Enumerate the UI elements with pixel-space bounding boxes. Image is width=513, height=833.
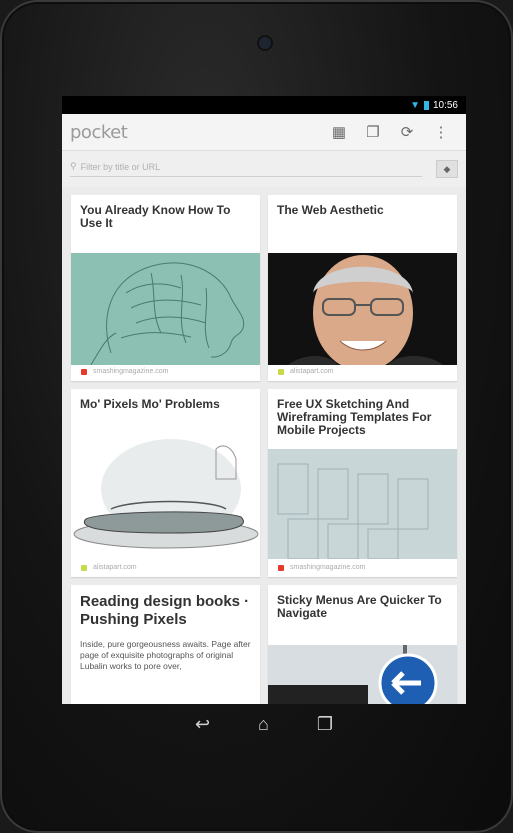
refresh-icon[interactable]: ⟳	[390, 123, 424, 141]
article-source: smashingmagazine.com	[278, 564, 365, 571]
tablet-frame: ▼ 10:56 pocket ▦ ❐ ⟳ ⋮ ⚲ Filter by title…	[0, 0, 513, 833]
action-bar: pocket ▦ ❐ ⟳ ⋮	[62, 114, 466, 151]
screen: ▼ 10:56 pocket ▦ ❐ ⟳ ⋮ ⚲ Filter by title…	[62, 96, 466, 704]
battery-icon	[423, 100, 429, 110]
recent-apps-icon[interactable]: ❐	[317, 714, 333, 735]
front-camera	[259, 37, 271, 49]
smashing-icon	[278, 564, 284, 571]
article-card[interactable]: Mo' Pixels Mo' Problems alistapart.com	[71, 389, 260, 577]
article-title: The Web Aesthetic	[277, 203, 384, 217]
wireframe-photo	[268, 449, 457, 560]
source-label: alistapart.com	[93, 564, 137, 571]
article-title: Free UX Sketching And Wireframing Templa…	[277, 397, 432, 437]
search-icon: ⚲	[70, 161, 77, 171]
article-card[interactable]: You Already Know How To Use It smashingm…	[71, 195, 260, 381]
tag-icon: ◆	[443, 163, 451, 174]
article-card[interactable]: The Web Aesthetic alistapart.com	[268, 195, 457, 381]
alistapart-icon	[278, 368, 284, 375]
article-source: alistapart.com	[81, 564, 137, 571]
portrait-photo	[268, 253, 457, 371]
home-icon[interactable]: ⌂	[258, 714, 269, 735]
light-sensor	[287, 40, 293, 46]
overflow-menu-icon[interactable]: ⋮	[424, 123, 458, 141]
article-thumbnail	[71, 253, 260, 366]
article-thumbnail	[71, 429, 260, 559]
signs-photo	[268, 645, 457, 704]
smashing-icon	[81, 368, 87, 375]
article-title: You Already Know How To Use It	[80, 203, 231, 230]
article-thumbnail	[268, 645, 457, 704]
search-placeholder: Filter by title or URL	[80, 161, 161, 172]
source-label: smashingmagazine.com	[93, 368, 169, 375]
source-label: alistapart.com	[290, 368, 334, 375]
article-title: Sticky Menus Are Quicker To Navigate	[277, 593, 442, 620]
article-title: Mo' Pixels Mo' Problems	[80, 397, 220, 411]
article-title: Reading design books · Pushing Pixels	[80, 593, 250, 628]
nav-bar: ↩ ⌂ ❐	[62, 704, 466, 744]
article-card[interactable]: Sticky Menus Are Quicker To Navigate	[268, 585, 457, 704]
search-input[interactable]: ⚲ Filter by title or URL	[70, 161, 422, 177]
search-row: ⚲ Filter by title or URL ◆	[62, 151, 466, 187]
article-source: smashingmagazine.com	[81, 368, 168, 375]
article-excerpt: Inside, pure gorgeousness awaits. Page a…	[80, 639, 251, 671]
grid-icon[interactable]: ▦	[322, 123, 356, 141]
article-thumbnail	[268, 253, 457, 371]
status-bar: ▼ 10:56	[62, 96, 466, 114]
status-time: 10:56	[432, 99, 458, 111]
article-card[interactable]: Free UX Sketching And Wireframing Templa…	[268, 389, 457, 577]
hotdog-illustration	[71, 429, 260, 559]
article-thumbnail	[268, 449, 457, 560]
brain-illustration	[71, 253, 260, 366]
list-icon[interactable]: ❐	[356, 123, 390, 141]
article-card[interactable]: Reading design books · Pushing Pixels In…	[71, 585, 260, 704]
app-logo[interactable]: pocket	[70, 122, 322, 143]
alistapart-icon	[81, 564, 87, 571]
tag-button[interactable]: ◆	[436, 160, 458, 178]
source-label: smashingmagazine.com	[290, 564, 366, 571]
article-source: alistapart.com	[278, 368, 334, 375]
back-icon[interactable]: ↩	[195, 714, 210, 735]
wifi-icon: ▼	[410, 99, 420, 111]
